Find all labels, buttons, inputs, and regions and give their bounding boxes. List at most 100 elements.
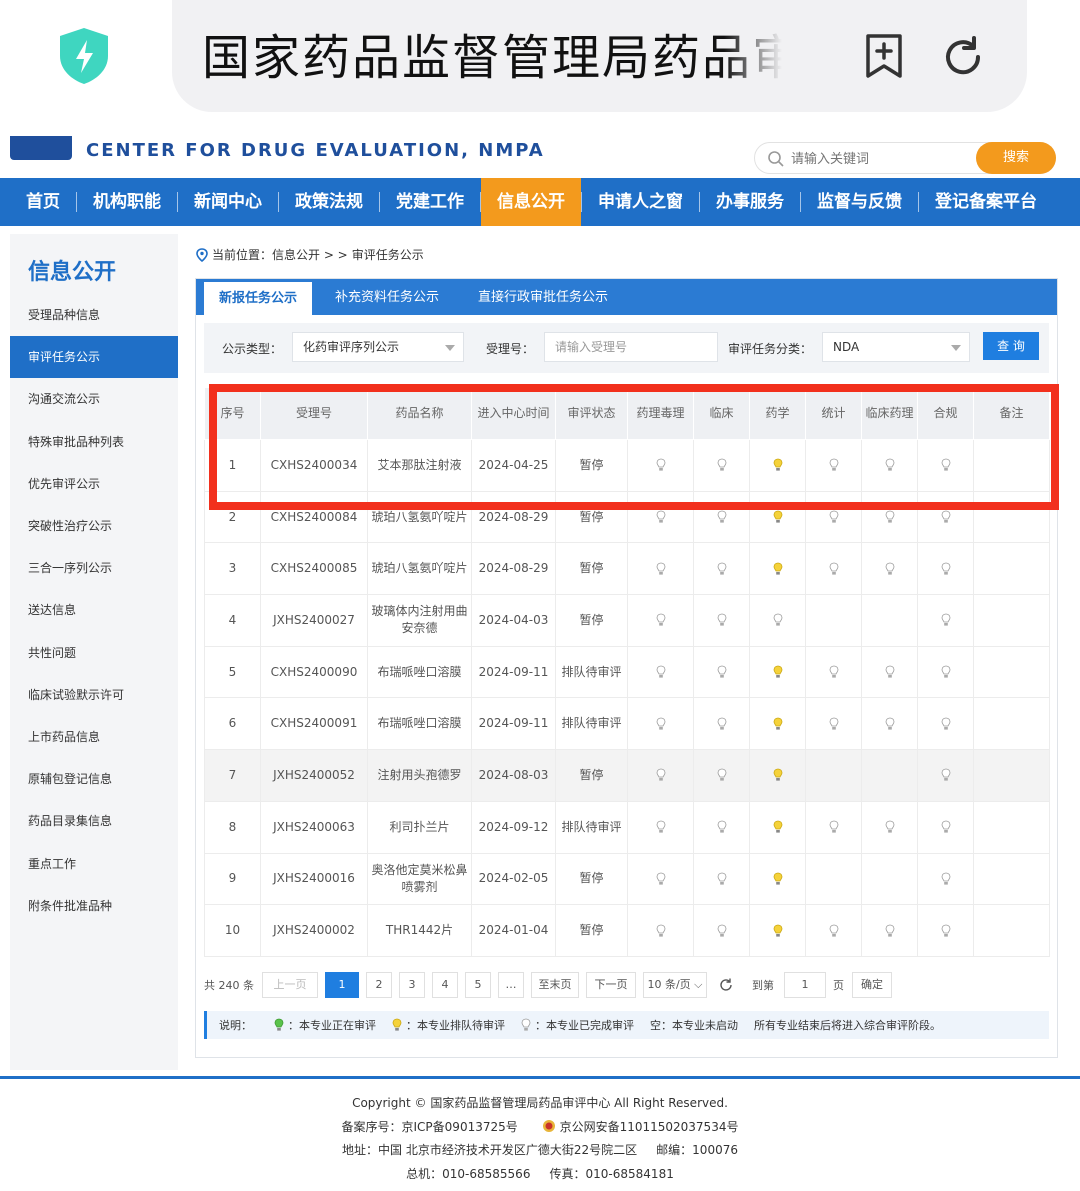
tab-direct-approval-tasks[interactable]: 直接行政审批任务公示 — [472, 279, 614, 315]
cell-name: 玻璃体内注射用曲安奈德 — [367, 594, 472, 647]
prev-page-button[interactable]: 上一页 — [262, 972, 318, 998]
cell-discipline-status — [805, 645, 862, 699]
gray-bulb-icon — [885, 923, 895, 937]
type-select[interactable]: 化药审评序列公示 — [292, 332, 464, 362]
gray-bulb-icon — [656, 613, 666, 627]
table-row: 4 JXHS2400027 玻璃体内注射用曲安奈德 2024-04-03 暂停 — [204, 594, 1050, 647]
footer: Copyright © 国家药品监督管理局药品审评中心 All Right Re… — [0, 1092, 1080, 1186]
cell-name: 琥珀八氢氨吖啶片 — [367, 490, 472, 544]
column-header-0: 序号 — [204, 387, 261, 440]
cell-date: 2024-09-12 — [471, 800, 556, 854]
sidebar-item-6[interactable]: 三合一序列公示 — [10, 547, 178, 589]
nav-item-7[interactable]: 办事服务 — [700, 178, 800, 226]
cell-discipline-status — [627, 490, 694, 544]
address-bar[interactable]: 国家药品监督管理局药品审评中心 — [172, 0, 1027, 112]
gray-bulb-icon — [941, 871, 951, 885]
nav-item-4[interactable]: 党建工作 — [380, 178, 480, 226]
sidebar-item-8[interactable]: 共性问题 — [10, 632, 178, 674]
sidebar-item-2[interactable]: 沟通交流公示 — [10, 378, 178, 420]
category-select[interactable]: NDA — [822, 332, 970, 362]
sidebar-item-1[interactable]: 审评任务公示 — [10, 336, 178, 379]
browser-toolbar: 国家药品监督管理局药品审评中心 — [0, 0, 1080, 136]
accept-no-input[interactable]: 请输入受理号 — [544, 332, 718, 362]
security-shield-icon[interactable] — [56, 26, 112, 86]
goto-page-input[interactable]: 1 — [784, 972, 826, 998]
location-pin-icon — [196, 247, 208, 262]
site-search-input[interactable] — [791, 147, 971, 171]
tab-new-tasks[interactable]: 新报任务公示 — [204, 279, 312, 315]
tab-supplement-tasks[interactable]: 补充资料任务公示 — [322, 279, 452, 315]
cell-discipline-status — [749, 904, 806, 957]
page-2-button[interactable]: 2 — [366, 972, 392, 998]
page-3-button[interactable]: 3 — [399, 972, 425, 998]
cell-discipline-status — [805, 594, 862, 647]
nav-item-8[interactable]: 监督与反馈 — [801, 178, 918, 226]
reload-icon[interactable] — [940, 34, 986, 80]
nav-item-3[interactable]: 政策法规 — [279, 178, 379, 226]
bookmark-add-icon[interactable] — [862, 32, 906, 80]
site-name-en: CENTER FOR DRUG EVALUATION, NMPA — [86, 140, 545, 161]
sidebar-item-7[interactable]: 送达信息 — [10, 589, 178, 631]
cell-remark — [973, 490, 1050, 544]
chevron-down-icon — [951, 345, 961, 351]
last-page-button[interactable]: 至末页 — [531, 972, 579, 998]
page-5-button[interactable]: 5 — [465, 972, 491, 998]
nav-item-6[interactable]: 申请人之窗 — [582, 178, 699, 226]
gray-bulb-icon — [656, 871, 666, 885]
site-logo[interactable] — [10, 136, 72, 160]
sidebar-item-13[interactable]: 重点工作 — [10, 843, 178, 885]
legend-queued: ：本专业排队待审评 — [406, 1019, 505, 1032]
gray-bulb-icon — [829, 820, 839, 834]
sidebar-item-3[interactable]: 特殊审批品种列表 — [10, 421, 178, 463]
cell-id: CXHS2400091 — [260, 697, 368, 751]
sidebar-item-14[interactable]: 附条件批准品种 — [10, 885, 178, 927]
yellow-bulb-icon — [773, 665, 783, 679]
cell-discipline-status — [693, 439, 750, 492]
cell-remark — [973, 645, 1050, 699]
breadcrumb-prefix[interactable]: 当前位置：信息公开 > > — [212, 246, 348, 263]
goto-label: 到第 — [752, 979, 774, 992]
cell-discipline-status — [861, 439, 918, 492]
cell-remark — [973, 800, 1050, 854]
sidebar-item-11[interactable]: 原辅包登记信息 — [10, 758, 178, 800]
nav-item-9[interactable]: 登记备案平台 — [919, 178, 1053, 226]
nav-item-5[interactable]: 信息公开 — [481, 178, 581, 226]
gray-bulb-icon — [656, 923, 666, 937]
gray-bulb-icon — [656, 716, 666, 730]
sidebar-item-10[interactable]: 上市药品信息 — [10, 716, 178, 758]
cell-discipline-status — [861, 697, 918, 751]
page-4-button[interactable]: 4 — [432, 972, 458, 998]
page-ellipsis[interactable]: … — [498, 972, 524, 998]
per-page-select[interactable]: 10 条/页 ⌵ — [643, 972, 707, 998]
sidebar-item-0[interactable]: 受理品种信息 — [10, 294, 178, 336]
query-button[interactable]: 查 询 — [983, 332, 1039, 360]
nav-item-1[interactable]: 机构职能 — [77, 178, 177, 226]
cell-date: 2024-08-29 — [471, 542, 556, 596]
nav-item-0[interactable]: 首页 — [10, 178, 76, 226]
footer-divider — [0, 1076, 1080, 1079]
gray-bulb-icon — [829, 561, 839, 575]
cell-name: 布瑞哌唑口溶膜 — [367, 697, 472, 751]
cell-discipline-status — [693, 645, 750, 699]
sidebar-title: 信息公开 — [28, 260, 117, 285]
gray-bulb-icon — [941, 716, 951, 730]
legend-prefix: 说明： — [219, 1019, 252, 1032]
column-header-9: 临床药理 — [861, 387, 918, 440]
cell-discipline-status — [805, 904, 862, 957]
sidebar-item-5[interactable]: 突破性治疗公示 — [10, 505, 178, 547]
sidebar-item-9[interactable]: 临床试验默示许可 — [10, 674, 178, 716]
footer-police[interactable]: 京公网安备11011502037534号 — [560, 1120, 739, 1134]
goto-confirm-button[interactable]: 确定 — [852, 972, 892, 998]
site-search-button[interactable]: 搜索 — [976, 142, 1056, 174]
cell-no: 4 — [204, 594, 261, 647]
sidebar-item-4[interactable]: 优先审评公示 — [10, 463, 178, 505]
refresh-icon[interactable] — [718, 977, 734, 993]
cell-date: 2024-08-29 — [471, 490, 556, 544]
next-page-button[interactable]: 下一页 — [586, 972, 636, 998]
footer-icp[interactable]: 备案序号：京ICP备09013725号 — [342, 1120, 518, 1134]
nav-item-2[interactable]: 新闻中心 — [178, 178, 278, 226]
page-1-button[interactable]: 1 — [325, 972, 359, 998]
legend-reviewing: ：本专业正在审评 — [288, 1019, 376, 1032]
task-table-wrap: 序号 受理号 药品名称 进入中心时间 审评状态 药理毒理 临床 药学 统计 临床药理 合规 备注 1C… — [204, 387, 1050, 957]
sidebar-item-12[interactable]: 药品目录集信息 — [10, 800, 178, 842]
